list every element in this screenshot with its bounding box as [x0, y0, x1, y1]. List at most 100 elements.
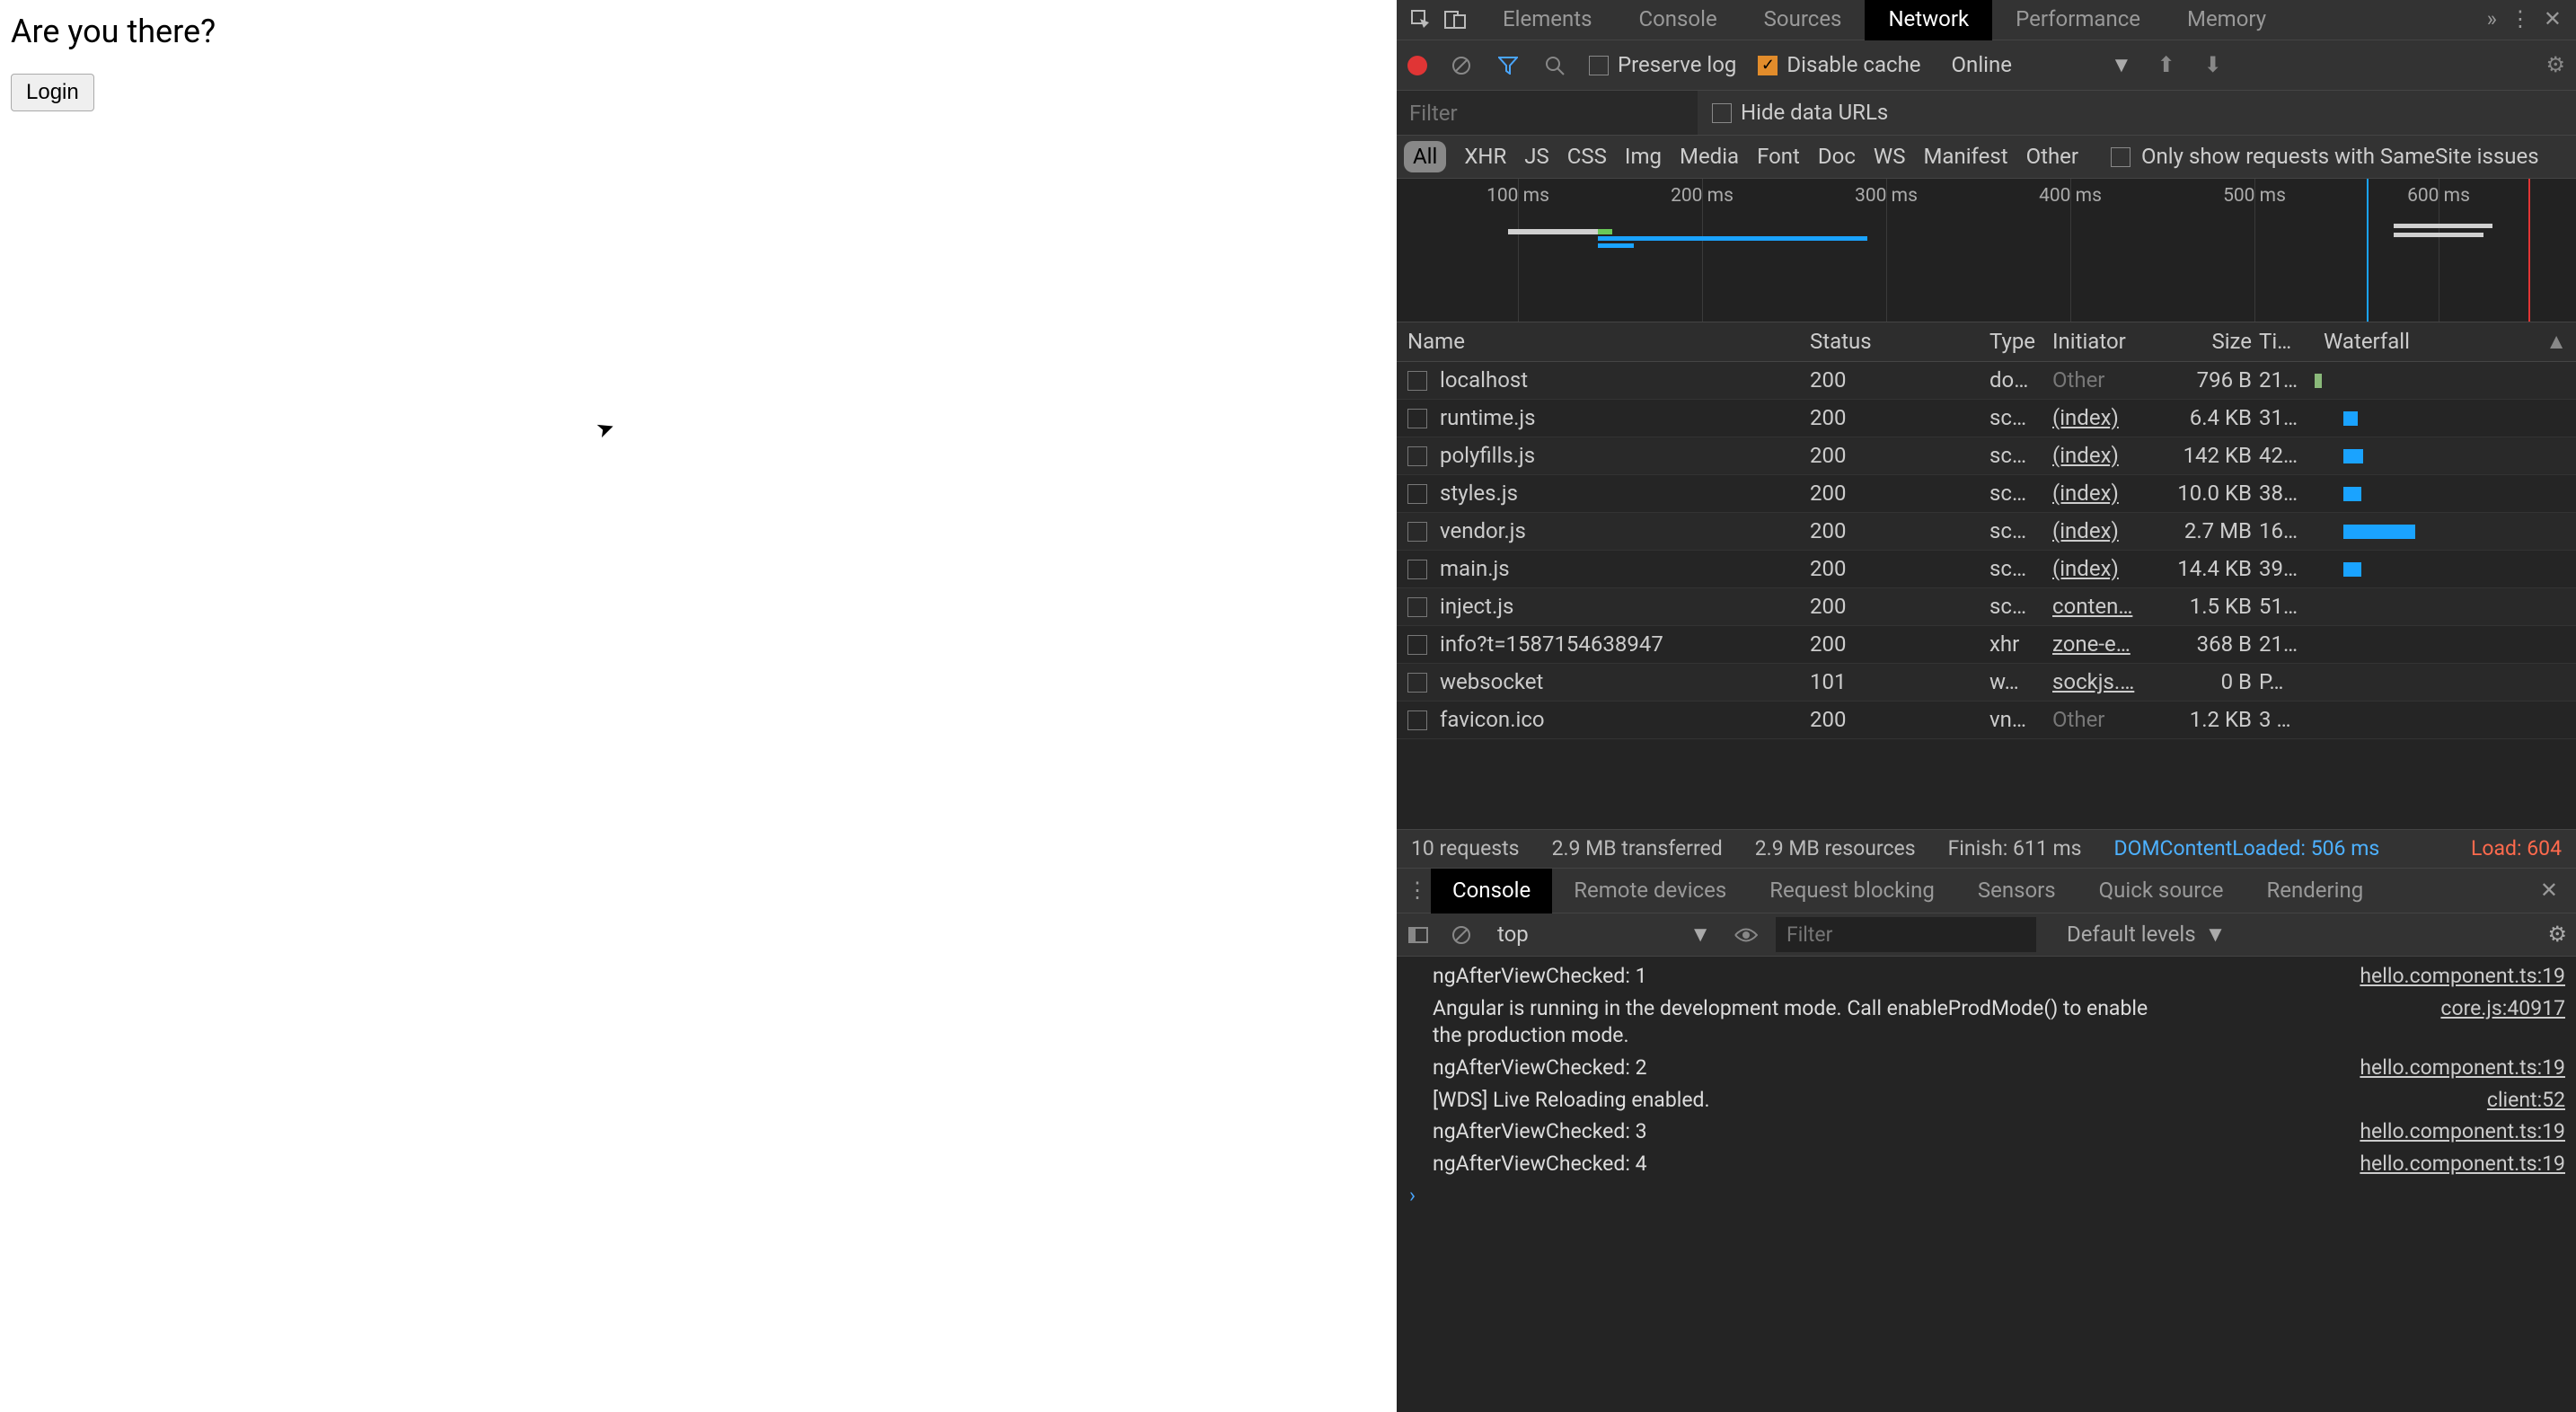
request-initiator: Other	[2052, 706, 2160, 734]
file-icon	[1407, 560, 1427, 579]
hide-data-urls-checkbox[interactable]: Hide data URLs	[1698, 91, 1902, 135]
col-name[interactable]: Name	[1397, 328, 1810, 356]
tab-memory[interactable]: Memory	[2164, 0, 2289, 40]
console-sidebar-icon[interactable]	[1406, 927, 1431, 943]
close-devtools-icon[interactable]: ✕	[2544, 5, 2562, 33]
samesite-checkbox[interactable]: Only show requests with SameSite issues	[2111, 143, 2539, 171]
filter-all[interactable]: All	[1404, 141, 1446, 172]
request-initiator[interactable]: (index)	[2052, 555, 2160, 583]
request-initiator: Other	[2052, 366, 2160, 394]
request-status: 200	[1810, 593, 1989, 621]
drawer-tab-sensors[interactable]: Sensors	[1956, 869, 2078, 913]
close-drawer-icon[interactable]: ✕	[2529, 877, 2569, 905]
tab-network[interactable]: Network	[1865, 0, 1992, 40]
console-settings-icon[interactable]: ⚙	[2547, 921, 2567, 949]
drawer-tab-quicksource[interactable]: Quick source	[2078, 869, 2245, 913]
clear-console-icon[interactable]	[1449, 925, 1474, 945]
filter-css[interactable]: CSS	[1567, 143, 1607, 171]
kebab-menu-icon[interactable]: ⋮	[2510, 5, 2531, 33]
upload-har-icon[interactable]: ⬆	[2154, 51, 2179, 79]
console-prompt[interactable]: ›	[1397, 1180, 2576, 1211]
network-toolbar: Preserve log ✓Disable cache Online▼ ⬆ ⬇ …	[1397, 40, 2576, 91]
table-row[interactable]: runtime.js200sc…(index)6.4 KB31…	[1397, 400, 2576, 437]
request-initiator[interactable]: sockjs.…	[2052, 668, 2160, 696]
console-source-link[interactable]: hello.component.ts:19	[2360, 963, 2565, 990]
tab-sources[interactable]: Sources	[1741, 0, 1866, 40]
filter-other[interactable]: Other	[2026, 143, 2078, 171]
network-settings-icon[interactable]: ⚙	[2545, 51, 2565, 79]
levels-label: Default levels	[2067, 921, 2196, 949]
col-time[interactable]: Ti…	[2259, 328, 2313, 356]
table-row[interactable]: styles.js200sc…(index)10.0 KB38…	[1397, 475, 2576, 513]
col-waterfall[interactable]: Waterfall▲	[2313, 328, 2576, 356]
tab-console[interactable]: Console	[1615, 0, 1740, 40]
drawer-menu-icon[interactable]: ⋮	[1404, 877, 1431, 905]
download-har-icon[interactable]: ⬇	[2201, 51, 2226, 79]
request-initiator[interactable]: (index)	[2052, 517, 2160, 545]
more-tabs-icon[interactable]: »	[2487, 5, 2497, 33]
live-expression-icon[interactable]	[1734, 927, 1758, 943]
filter-js[interactable]: JS	[1524, 143, 1549, 171]
table-row[interactable]: websocket101w…sockjs.…0 BP…	[1397, 664, 2576, 702]
inspect-element-icon[interactable]	[1404, 2, 1438, 38]
request-initiator[interactable]: (index)	[2052, 442, 2160, 470]
tab-performance[interactable]: Performance	[1992, 0, 2164, 40]
file-icon	[1407, 597, 1427, 617]
devtools-panel: Elements Console Sources Network Perform…	[1397, 0, 2576, 1412]
request-time: P…	[2259, 668, 2313, 696]
filter-font[interactable]: Font	[1757, 143, 1800, 171]
login-button[interactable]: Login	[11, 74, 94, 111]
throttling-select[interactable]: Online▼	[1952, 51, 2132, 79]
samesite-label: Only show requests with SameSite issues	[2141, 143, 2539, 171]
file-icon	[1407, 484, 1427, 504]
transferred: 2.9 MB transferred	[1552, 835, 1723, 862]
filter-input[interactable]	[1397, 91, 1698, 135]
col-status[interactable]: Status	[1810, 328, 1989, 356]
drawer-tab-remote[interactable]: Remote devices	[1552, 869, 1748, 913]
record-button[interactable]	[1407, 56, 1427, 75]
col-type[interactable]: Type	[1989, 328, 2052, 356]
filter-manifest[interactable]: Manifest	[1923, 143, 2007, 171]
table-row[interactable]: inject.js200sc…conten…1.5 KB51…	[1397, 588, 2576, 626]
console-source-link[interactable]: core.js:40917	[2440, 995, 2565, 1049]
drawer-tab-console[interactable]: Console	[1431, 869, 1552, 913]
disable-cache-checkbox[interactable]: ✓Disable cache	[1758, 51, 1920, 79]
request-initiator[interactable]: (index)	[2052, 480, 2160, 507]
log-levels-select[interactable]: Default levels▼	[2067, 921, 2226, 949]
context-select[interactable]: top▼	[1492, 921, 1716, 949]
drawer-tab-reqblock[interactable]: Request blocking	[1748, 869, 1956, 913]
console-source-link[interactable]: hello.component.ts:19	[2360, 1151, 2565, 1178]
table-row[interactable]: vendor.js200sc…(index)2.7 MB16…	[1397, 513, 2576, 551]
filter-xhr[interactable]: XHR	[1464, 143, 1506, 171]
clear-button[interactable]	[1449, 56, 1474, 75]
table-row[interactable]: favicon.ico200vn…Other1.2 KB3 …	[1397, 702, 2576, 739]
preserve-log-checkbox[interactable]: Preserve log	[1589, 51, 1736, 79]
timeline-overview[interactable]: 100 ms 200 ms 300 ms 400 ms 500 ms 600 m…	[1397, 179, 2576, 322]
table-row[interactable]: info?t=1587154638947200xhrzone-e…368 B21…	[1397, 626, 2576, 664]
request-initiator[interactable]: conten…	[2052, 593, 2160, 621]
filter-media[interactable]: Media	[1680, 143, 1739, 171]
console-source-link[interactable]: client:52	[2487, 1087, 2565, 1114]
filter-ws[interactable]: WS	[1874, 143, 1906, 171]
toggle-device-icon[interactable]	[1438, 2, 1472, 38]
table-row[interactable]: polyfills.js200sc…(index)142 KB42…	[1397, 437, 2576, 475]
console-source-link[interactable]: hello.component.ts:19	[2360, 1055, 2565, 1081]
drawer-tab-rendering[interactable]: Rendering	[2245, 869, 2385, 913]
request-type: sc…	[1989, 517, 2052, 545]
col-initiator[interactable]: Initiator	[2052, 328, 2160, 356]
tab-elements[interactable]: Elements	[1479, 0, 1615, 40]
col-size[interactable]: Size	[2160, 328, 2259, 356]
table-row[interactable]: localhost200do…Other796 B21…	[1397, 362, 2576, 400]
filter-doc[interactable]: Doc	[1818, 143, 1856, 171]
console-source-link[interactable]: hello.component.ts:19	[2360, 1118, 2565, 1145]
filter-toggle-icon[interactable]	[1495, 57, 1521, 75]
table-row[interactable]: main.js200sc…(index)14.4 KB39…	[1397, 551, 2576, 588]
request-initiator[interactable]: (index)	[2052, 404, 2160, 432]
console-message: [WDS] Live Reloading enabled.	[1433, 1087, 1710, 1114]
request-type: xhr	[1989, 631, 2052, 658]
filter-img[interactable]: Img	[1625, 143, 1662, 171]
console-filter-input[interactable]	[1776, 917, 2036, 952]
request-initiator[interactable]: zone-e…	[2052, 631, 2160, 658]
request-name: vendor.js	[1440, 517, 1526, 545]
search-icon[interactable]	[1542, 56, 1567, 75]
